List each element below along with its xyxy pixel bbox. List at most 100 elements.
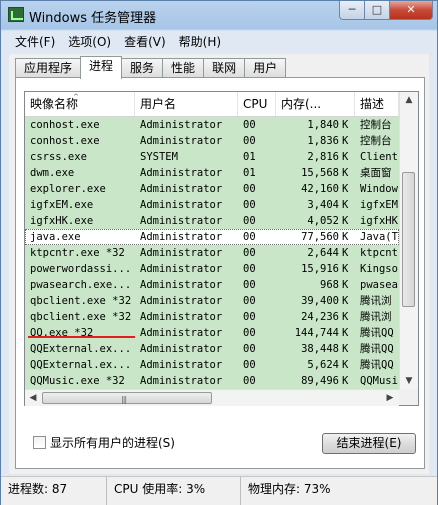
process-row[interactable]: qbclient.exe *32 Administrator 00 39,400 K 腾讯…: [25, 293, 399, 309]
process-user-cell: Administrator: [140, 231, 223, 243]
process-cpu-cell: 01: [243, 151, 256, 163]
window-title: Windows 任务管理器: [29, 11, 157, 26]
status-physical-memory: 物理内存: 73%: [248, 482, 331, 496]
process-row[interactable]: QQExternal.ex... Administrator 00 5,624 K 腾讯Q…: [25, 357, 399, 373]
process-description-cell: igfxHK: [360, 215, 398, 227]
process-row[interactable]: igfxHK.exe Administrator 00 4,052 KigfxHK: [25, 213, 399, 229]
show-all-users-checkbox[interactable]: [33, 436, 46, 449]
scroll-down-arrow-icon[interactable]: ▼: [401, 373, 417, 389]
process-name-cell: igfxEM.exe: [30, 199, 94, 211]
process-name-cell: ktpcntr.exe *32: [30, 247, 125, 259]
process-row[interactable]: powerwordassi... Administrator 00 15,916 K Ki…: [25, 261, 399, 277]
tab-performance[interactable]: 性能: [162, 58, 205, 78]
column-description[interactable]: 描述: [355, 92, 399, 116]
tab-processes[interactable]: 进程: [80, 56, 123, 79]
column-user-name[interactable]: 用户名: [135, 92, 238, 116]
process-memory-unit-cell: K: [342, 295, 349, 307]
process-description-cell: 控制台: [360, 119, 392, 131]
title-bar[interactable]: Windows 任务管理器 ─ □ ✕: [1, 1, 437, 29]
tab-users[interactable]: 用户: [244, 58, 287, 78]
process-name-cell: QQExternal.ex...: [30, 343, 132, 355]
process-description-cell: 腾讯QQ: [360, 327, 394, 339]
process-user-cell: Administrator: [140, 247, 223, 259]
scroll-right-arrow-icon[interactable]: ▶: [382, 390, 398, 406]
process-name-cell: dwm.exe: [30, 167, 75, 179]
process-user-cell: Administrator: [140, 279, 223, 291]
task-manager-app-icon: [8, 7, 24, 22]
process-row[interactable]: conhost.exe Administrator 00 1,836 K 控制台: [25, 133, 399, 149]
caption-buttons: ─ □ ✕: [339, 1, 433, 21]
process-row[interactable]: ktpcntr.exe *32 Administrator 00 2,644 Kktpc…: [25, 245, 399, 261]
vertical-scroll-thumb[interactable]: [402, 172, 415, 307]
process-row[interactable]: QQMusic.exe *32 Administrator 00 89,496 K QQM…: [25, 373, 399, 389]
process-memory-unit-cell: K: [342, 135, 349, 147]
process-cpu-cell: 00: [243, 343, 256, 355]
process-row[interactable]: java.exe Administrator 00 77,560 K Java(T: [25, 229, 399, 245]
minimize-button[interactable]: ─: [339, 1, 365, 20]
process-memory-cell: 39,400: [301, 295, 339, 307]
process-user-cell: Administrator: [140, 295, 223, 307]
process-user-cell: Administrator: [140, 199, 223, 211]
scroll-up-arrow-icon[interactable]: ▲: [401, 92, 417, 108]
process-row[interactable]: dwm.exe Administrator 01 15,568 K 桌面窗: [25, 165, 399, 181]
column-image-name[interactable]: 映像名称 ^: [25, 92, 135, 116]
process-memory-unit-cell: K: [342, 279, 349, 291]
process-memory-cell: 38,448: [301, 343, 339, 355]
process-description-cell: pwasea: [360, 279, 398, 291]
process-row[interactable]: csrss.exe SYSTEM 01 2,816 K Client: [25, 149, 399, 165]
tab-networking[interactable]: 联网: [203, 58, 246, 78]
process-row[interactable]: pwasearch.exe... Administrator 00 968 Kpwase…: [25, 277, 399, 293]
process-memory-cell: 144,744: [294, 327, 339, 339]
menu-help[interactable]: 帮助(H): [173, 31, 228, 51]
process-memory-cell: 77,560: [301, 231, 339, 243]
process-memory-cell: 42,160: [301, 183, 339, 195]
process-memory-cell: 968: [320, 279, 339, 291]
process-row[interactable]: QQExternal.ex... Administrator 00 38,448 K 腾讯…: [25, 341, 399, 357]
process-description-cell: 腾讯QQ: [360, 359, 394, 371]
close-button[interactable]: ✕: [390, 1, 433, 20]
process-row[interactable]: igfxEM.exe Administrator 00 3,404 KigfxEM: [25, 197, 399, 213]
process-user-cell: Administrator: [140, 375, 223, 387]
process-name-cell: java.exe: [30, 231, 81, 243]
process-row[interactable]: explorer.exe Administrator 00 42,160 K Window: [25, 181, 399, 197]
vertical-scrollbar[interactable]: ▲ ▼: [399, 92, 418, 389]
process-name-cell: powerwordassi...: [30, 263, 132, 275]
maximize-button[interactable]: □: [365, 1, 390, 20]
process-description-cell: Java(T: [360, 231, 398, 243]
process-description-cell: 桌面窗: [360, 167, 392, 179]
process-row[interactable]: QQ.exe *32 Administrator 00 144,744 K 腾讯QQ: [25, 325, 399, 341]
process-list-header: 映像名称 ^ 用户名 CPU 内存(... 描述: [25, 92, 399, 117]
scroll-left-arrow-icon[interactable]: ◀: [25, 390, 41, 406]
menu-view[interactable]: 查看(V): [118, 31, 173, 51]
process-description-cell: 腾讯QQ: [360, 343, 394, 355]
tab-applications[interactable]: 应用程序: [15, 58, 82, 78]
process-list-body: conhost.exe Administrator 00 1,840 K 控制台 conho…: [25, 117, 399, 389]
process-name-cell: igfxHK.exe: [30, 215, 94, 227]
process-memory-unit-cell: K: [342, 343, 349, 355]
process-memory-cell: 15,916: [301, 263, 339, 275]
process-cpu-cell: 00: [243, 375, 256, 387]
process-name-cell: QQExternal.ex...: [30, 359, 132, 371]
end-process-button[interactable]: 结束进程(E): [322, 433, 416, 454]
task-manager-window: Windows 任务管理器 ─ □ ✕ 文件(F) 选项(O) 查看(V) 帮助…: [0, 0, 438, 505]
process-name-cell: conhost.exe: [30, 119, 100, 131]
horizontal-scrollbar[interactable]: ◀ ||| ▶: [25, 389, 399, 406]
menu-file[interactable]: 文件(F): [9, 31, 62, 51]
show-all-users-option[interactable]: 显示所有用户的进程(S): [33, 434, 175, 451]
process-name-cell: pwasearch.exe...: [30, 279, 132, 291]
process-description-cell: Kingso: [360, 263, 398, 275]
process-description-cell: QQMusi: [360, 375, 398, 387]
process-row[interactable]: qbclient.exe *32 Administrator 00 24,236 K 腾讯…: [25, 309, 399, 325]
column-cpu[interactable]: CPU: [238, 92, 276, 116]
process-cpu-cell: 00: [243, 327, 256, 339]
process-list[interactable]: 映像名称 ^ 用户名 CPU 内存(... 描述 conhost.exe Admi…: [24, 91, 419, 406]
process-memory-cell: 1,840: [307, 119, 339, 131]
horizontal-scroll-thumb[interactable]: |||: [42, 392, 212, 404]
process-memory-cell: 4,052: [307, 215, 339, 227]
tab-services[interactable]: 服务: [121, 58, 164, 78]
column-memory[interactable]: 内存(...: [276, 92, 355, 116]
process-row[interactable]: conhost.exe Administrator 00 1,840 K 控制台: [25, 117, 399, 133]
menu-options[interactable]: 选项(O): [62, 31, 118, 51]
process-memory-unit-cell: K: [342, 215, 349, 227]
process-name-cell: QQMusic.exe *32: [30, 375, 125, 387]
